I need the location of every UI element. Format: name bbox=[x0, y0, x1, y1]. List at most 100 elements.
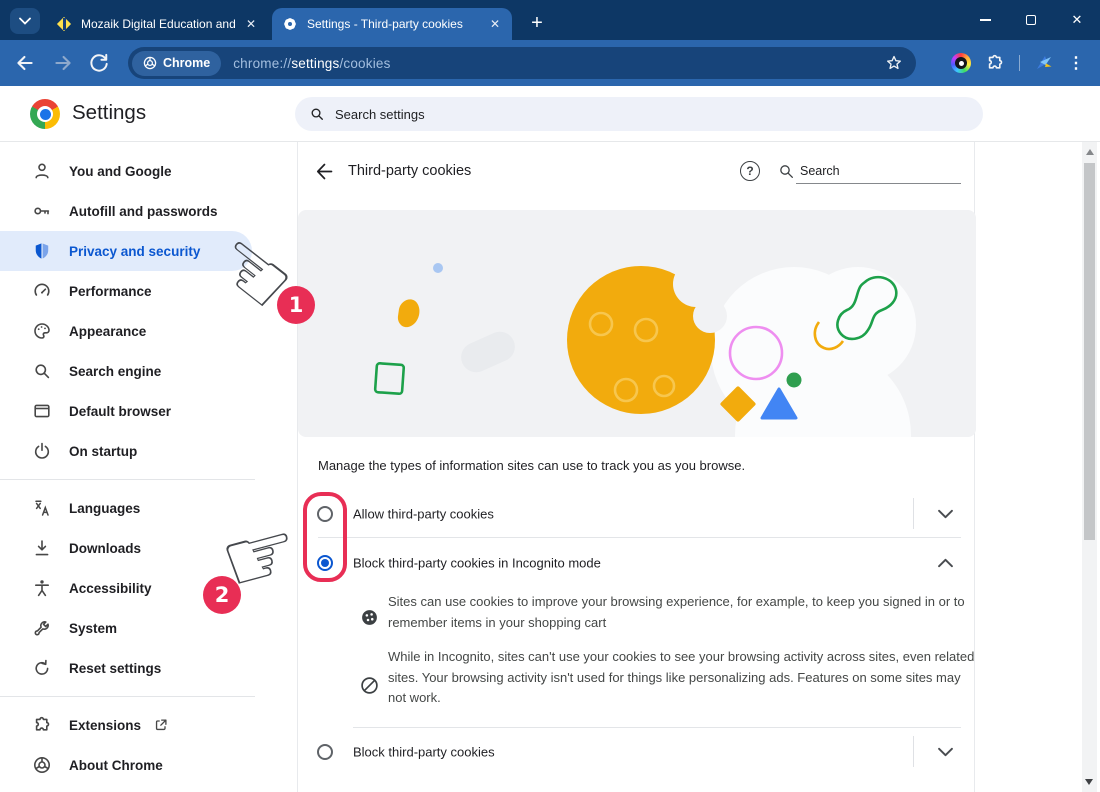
blocked-icon bbox=[360, 676, 379, 695]
detail-text-cookies-benefit: Sites can use cookies to improve your br… bbox=[388, 592, 972, 633]
sidebar-label: Extensions bbox=[69, 718, 141, 733]
settings-search-input[interactable]: Search settings bbox=[295, 97, 983, 131]
speedometer-icon bbox=[32, 281, 52, 301]
page-description: Manage the types of information sites ca… bbox=[318, 458, 745, 473]
step-2-badge: 2 bbox=[203, 576, 241, 614]
sidebar-item-on-startup[interactable]: On startup bbox=[0, 431, 297, 471]
radio-unselected[interactable] bbox=[317, 744, 333, 760]
window-controls: ✕ bbox=[962, 0, 1100, 40]
page-scrollbar[interactable] bbox=[1082, 142, 1097, 792]
tab-search-button[interactable] bbox=[10, 8, 40, 34]
browser-window-icon bbox=[32, 401, 52, 421]
sidebar-item-reset-settings[interactable]: Reset settings bbox=[0, 648, 297, 688]
sidebar-item-default-browser[interactable]: Default browser bbox=[0, 391, 297, 431]
app-title: Settings bbox=[72, 101, 146, 125]
back-arrow-icon[interactable] bbox=[316, 163, 333, 180]
close-icon: ✕ bbox=[1072, 12, 1083, 28]
sidebar-item-you-and-google[interactable]: You and Google bbox=[0, 151, 297, 191]
gear-icon bbox=[282, 16, 298, 32]
scroll-down-icon[interactable] bbox=[1085, 779, 1093, 785]
close-button[interactable]: ✕ bbox=[1054, 0, 1100, 40]
sidebar-label: Performance bbox=[69, 284, 152, 299]
step2-highlight-rectangle bbox=[303, 492, 347, 582]
page-search-underline bbox=[796, 183, 961, 184]
close-tab-icon[interactable]: ✕ bbox=[490, 17, 500, 31]
tab-title: Settings - Third-party cookies bbox=[307, 17, 463, 31]
sidebar-label: Downloads bbox=[69, 541, 141, 556]
sidebar-item-system[interactable]: System bbox=[0, 608, 297, 648]
chevron-down-icon bbox=[19, 17, 31, 25]
download-icon bbox=[32, 538, 52, 558]
address-bar[interactable]: Chrome chrome://settings/cookies bbox=[128, 47, 916, 79]
back-icon[interactable] bbox=[14, 52, 36, 74]
reload-icon[interactable] bbox=[88, 52, 110, 74]
search-icon bbox=[32, 361, 52, 381]
extensions-puzzle-icon[interactable] bbox=[985, 53, 1005, 73]
maximize-button[interactable] bbox=[1008, 0, 1054, 40]
window-titlebar: Mozaik Digital Education and Le ✕ Settin… bbox=[0, 0, 1100, 40]
sidebar-divider bbox=[0, 696, 255, 697]
third-party-cookies-panel: Third-party cookies ? Search bbox=[297, 142, 975, 792]
shield-icon bbox=[32, 241, 52, 261]
theme-extension-icon[interactable] bbox=[951, 53, 971, 73]
cookies-illustration-banner bbox=[298, 210, 976, 437]
person-icon bbox=[32, 161, 52, 181]
option-block-third-party-incognito[interactable]: Block third-party cookies in Incognito m… bbox=[298, 538, 976, 588]
sidebar-label: Search engine bbox=[69, 364, 161, 379]
chevron-down-icon[interactable] bbox=[938, 509, 953, 518]
profile-avatar-icon[interactable] bbox=[1034, 54, 1054, 72]
option-block-third-party-cookies[interactable]: Block third-party cookies bbox=[298, 728, 976, 775]
puzzle-icon bbox=[32, 715, 52, 735]
row-divider bbox=[913, 736, 914, 767]
forward-icon[interactable] bbox=[52, 52, 74, 74]
sidebar-label: Privacy and security bbox=[69, 244, 200, 259]
toolbar-right-cluster: ⋮ bbox=[951, 40, 1100, 86]
cookie-icon bbox=[360, 608, 379, 627]
chevron-up-icon[interactable] bbox=[938, 559, 953, 568]
browser-tab-mozaik[interactable]: Mozaik Digital Education and Le ✕ bbox=[46, 8, 268, 40]
step-1-badge: 1 bbox=[277, 286, 315, 324]
chrome-url-chip[interactable]: Chrome bbox=[132, 51, 221, 76]
sidebar-item-about-chrome[interactable]: About Chrome bbox=[0, 745, 297, 785]
sidebar-label: Default browser bbox=[69, 404, 171, 419]
toolbar-divider bbox=[1019, 55, 1020, 71]
help-icon[interactable]: ? bbox=[740, 161, 760, 181]
scroll-up-icon[interactable] bbox=[1086, 149, 1094, 155]
wrench-icon bbox=[32, 618, 52, 638]
sidebar-label: Autofill and passwords bbox=[69, 204, 218, 219]
search-placeholder: Search settings bbox=[335, 107, 425, 122]
scrollbar-thumb[interactable] bbox=[1084, 163, 1095, 540]
close-tab-icon[interactable]: ✕ bbox=[246, 17, 256, 31]
browser-toolbar: Chrome chrome://settings/cookies ⋮ bbox=[0, 40, 1100, 86]
bookmark-star-icon[interactable] bbox=[885, 54, 903, 72]
sidebar-item-search-engine[interactable]: Search engine bbox=[0, 351, 297, 391]
sidebar-label: About Chrome bbox=[69, 758, 163, 773]
chrome-logo-icon bbox=[32, 755, 52, 775]
new-tab-button[interactable]: + bbox=[522, 8, 552, 38]
cookie-illustration bbox=[298, 210, 976, 437]
row-divider bbox=[913, 498, 914, 529]
url-text: chrome://settings/cookies bbox=[233, 56, 390, 71]
mozaik-favicon-icon bbox=[56, 16, 72, 32]
chevron-down-icon[interactable] bbox=[938, 747, 953, 756]
option-allow-third-party-cookies[interactable]: Allow third-party cookies bbox=[298, 490, 976, 537]
sidebar-label: You and Google bbox=[69, 164, 172, 179]
accessibility-icon bbox=[32, 578, 52, 598]
translate-icon bbox=[32, 498, 52, 518]
sidebar-divider bbox=[0, 479, 255, 480]
power-icon bbox=[32, 441, 52, 461]
page-search-input[interactable]: Search bbox=[800, 164, 840, 178]
minimize-icon bbox=[980, 19, 991, 20]
chrome-logo-icon bbox=[30, 99, 60, 129]
sidebar-label: Appearance bbox=[69, 324, 146, 339]
tab-title: Mozaik Digital Education and Le bbox=[81, 17, 239, 31]
sidebar-label: System bbox=[69, 621, 117, 636]
option-label: Allow third-party cookies bbox=[353, 506, 494, 521]
menu-kebab-icon[interactable]: ⋮ bbox=[1068, 53, 1084, 73]
settings-header: Settings Search settings bbox=[0, 86, 1100, 142]
sidebar-item-extensions[interactable]: Extensions bbox=[0, 705, 297, 745]
minimize-button[interactable] bbox=[962, 0, 1008, 40]
browser-tab-settings[interactable]: Settings - Third-party cookies ✕ bbox=[272, 8, 512, 40]
sidebar-label: On startup bbox=[69, 444, 137, 459]
search-icon bbox=[779, 164, 794, 179]
